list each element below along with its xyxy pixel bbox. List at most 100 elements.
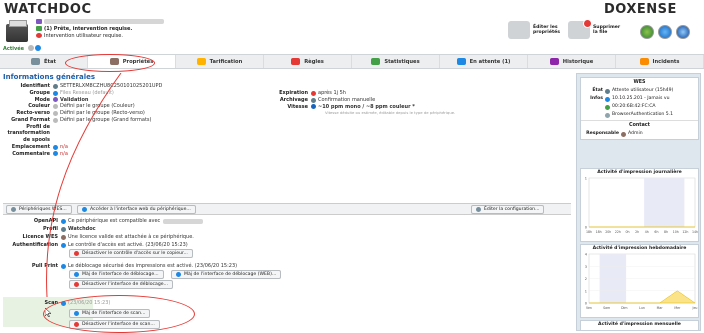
status-tab-icon <box>30 58 40 65</box>
refresh-icon[interactable] <box>640 25 654 39</box>
chart-title: Activité d'impression journalière <box>597 170 682 175</box>
web-icon <box>82 207 87 212</box>
edit-icon <box>476 207 481 212</box>
x-tick-label: Lun <box>639 306 645 310</box>
peripheral-toolbar: Périphériques WES... Accéder à l'interfa… <box>3 203 571 215</box>
x-tick-label: Mar <box>657 306 664 310</box>
highlight-annotation <box>43 295 195 333</box>
activity-status: Activée <box>3 46 24 52</box>
disable-unlock-button[interactable]: Désactiver l'interface de déblocage... <box>69 280 173 289</box>
warning-icon <box>36 33 42 38</box>
printer-icon <box>6 20 28 42</box>
chart-title: Activité d'impression mensuelle <box>598 322 681 327</box>
daily-activity-chart: Activité d'impression journalière 0 1 18h 1… <box>580 168 699 242</box>
delete-queue-button[interactable]: Supprimer la file <box>568 19 620 39</box>
kv-row: Profil de transformation de spools <box>7 123 50 143</box>
y-tick-label: 0 <box>585 226 587 230</box>
device-substate: Intervention utilisateur requise. <box>44 33 123 39</box>
rules-tab-icon <box>291 58 301 65</box>
web-interface-button[interactable]: Accéder à l'interface web du périphériqu… <box>77 205 196 214</box>
queue-icon <box>36 19 42 24</box>
shaded-band <box>644 178 685 227</box>
edit-properties-icon <box>508 21 530 39</box>
kv-row: Profil Watchdoc <box>43 226 96 232</box>
x-tick-label: Dim <box>621 306 627 310</box>
pricing-tab-icon <box>196 58 206 65</box>
kv-row: Archivage Confirmation manuelle <box>279 96 376 103</box>
x-tick-label: 20h <box>605 230 611 234</box>
speed-hint: Vitesse déduite ou estimée, éditable dep… <box>325 110 456 116</box>
kv-row: Identifiant SETTERLXM8CZHU8C250101025201U… <box>20 83 163 89</box>
brand-bar: WATCHDOC DOXENSE <box>0 0 704 18</box>
x-tick-label: 0h <box>626 230 630 234</box>
incidents-tab-icon <box>639 58 649 65</box>
tab-historique[interactable]: Historique <box>528 55 616 68</box>
tab-en-attente[interactable]: En attente (1) <box>440 55 528 68</box>
device-header: (1) Prête, intervention requise. Interve… <box>0 18 704 54</box>
disable-icon <box>74 282 79 287</box>
tab-tarification[interactable]: Tarification <box>176 55 264 68</box>
edit-properties-button[interactable]: Éditer les propriétés <box>508 21 560 39</box>
history-tab-icon <box>549 58 559 65</box>
status-icon <box>36 26 42 31</box>
x-tick-label: Mer <box>674 306 681 310</box>
kv-row: Commentaire n/a <box>12 150 68 157</box>
watchdoc-logo: WATCHDOC <box>4 2 92 17</box>
y-tick-label: 1 <box>585 177 587 181</box>
mouse-cursor-icon <box>45 308 51 317</box>
monthly-activity-chart: Activité d'impression mensuelle <box>580 320 699 331</box>
x-tick-label: 14h <box>692 230 698 234</box>
disable-auth-button[interactable]: Désactiver le contrôle d'accès sur le co… <box>69 249 193 258</box>
highlight-annotation <box>65 54 155 72</box>
device-name-blurred <box>44 19 164 24</box>
edit-config-button[interactable]: Éditer la configuration... <box>471 205 545 214</box>
peripheral-icon <box>11 207 16 212</box>
help-icon[interactable] <box>676 25 690 39</box>
y-tick-label: 4 <box>585 253 588 257</box>
kv-row: Authentification Le contrôle d'accès est … <box>12 242 188 248</box>
wes-panel: WES État Attente utilisateur (15h49) Info… <box>580 77 699 140</box>
stats-tab-icon <box>371 58 381 65</box>
kv-row: Pull Print Le déblocage sécurisé des impr… <box>31 263 238 269</box>
kv-row: Expiration après 1j 5h <box>279 90 346 96</box>
kv-row: Emplacement n/a <box>11 143 68 150</box>
y-tick-label: 1 <box>585 289 587 293</box>
delete-queue-icon <box>568 19 592 39</box>
x-tick-label: 10h <box>673 230 679 234</box>
y-tick-label: 3 <box>585 265 587 269</box>
side-panel: WES État Attente utilisateur (15h49) Info… <box>576 73 701 331</box>
update-unlock-web-button[interactable]: Màj de l'interface de déblocage (WEB)... <box>171 270 282 279</box>
tab-incidents[interactable]: Incidents <box>616 55 704 68</box>
x-tick-label: 18h <box>596 230 602 234</box>
y-tick-label: 2 <box>585 277 587 281</box>
general-info-title: Informations générales <box>3 73 96 81</box>
waiting-tab-icon <box>456 58 466 65</box>
peripherals-wes-button[interactable]: Périphériques WES... <box>6 205 72 214</box>
kv-row: Grand Format Défini par le groupe (Grand … <box>11 116 152 123</box>
x-tick-label: 22h <box>615 230 621 234</box>
pause-controls[interactable] <box>28 45 52 51</box>
general-info-right: Expiration après 1j 5h Archivage Confirmat… <box>261 90 551 115</box>
kv-row: OpenAPI Ce périphérique est compatible av… <box>3 217 571 225</box>
refresh-small-icon <box>176 272 181 277</box>
x-tick-label: 6h <box>654 230 658 234</box>
globe-icon[interactable] <box>658 25 672 39</box>
main-content: Informations générales Identifiant SETTER… <box>3 73 571 333</box>
x-tick-label: Sam <box>603 306 610 310</box>
x-tick-label: 18h <box>586 230 592 234</box>
pause-icon[interactable] <box>28 45 34 51</box>
tab-regles[interactable]: Règles <box>264 55 352 68</box>
x-tick-label: 2h <box>635 230 639 234</box>
kv-row: Vitesse ~10 ppm mono / ~8 ppm couleur * <box>287 103 415 110</box>
tab-statistiques[interactable]: Statistiques <box>352 55 440 68</box>
play-icon[interactable] <box>35 45 41 51</box>
update-unlock-button[interactable]: Màj de l'interface de déblocage... <box>69 270 164 279</box>
chart-title: Activité d'impression hebdomadaire <box>592 246 687 251</box>
x-tick-label: 4h <box>645 230 649 234</box>
y-tick-label: 0 <box>585 302 587 306</box>
doxense-logo: DOXENSE <box>604 2 677 17</box>
x-tick-label: 8h <box>664 230 668 234</box>
x-tick-label: Ven <box>586 306 592 310</box>
wes-section: OpenAPI Ce périphérique est compatible av… <box>3 217 571 290</box>
x-tick-label: Jeu <box>692 306 698 310</box>
